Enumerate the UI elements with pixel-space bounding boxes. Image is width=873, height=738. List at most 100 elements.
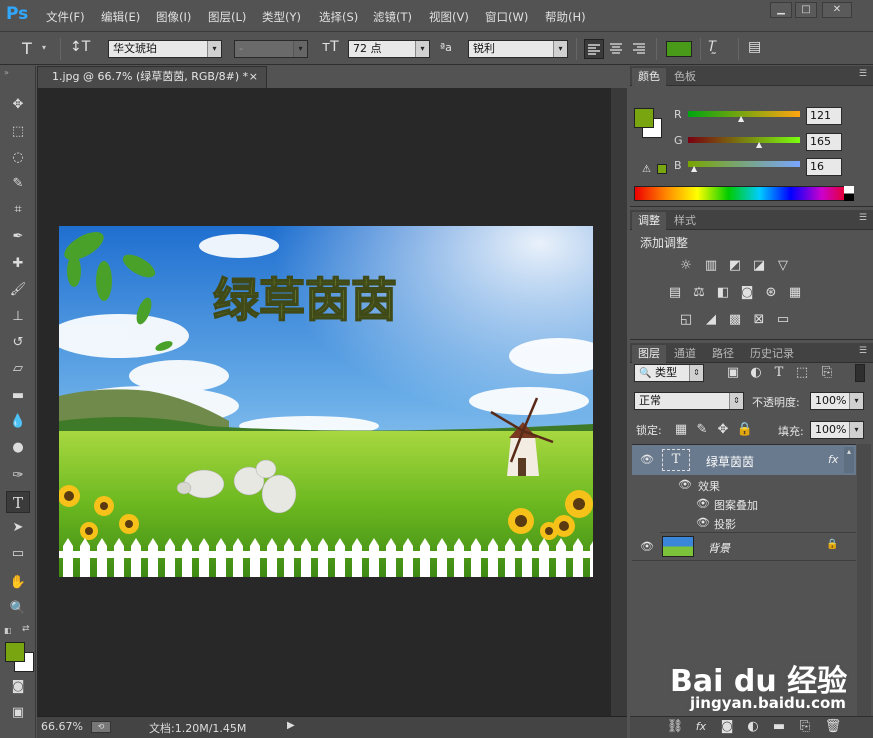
canvas-area[interactable]: 绿草茵茵 [37,88,627,716]
effect-row-drop-shadow[interactable]: 👁 投影 [660,514,856,533]
add-mask-icon[interactable]: ◙ [718,719,736,735]
marquee-tool-icon[interactable]: ⬚ [6,121,30,143]
filter-smart-object-icon[interactable]: ⎘ [818,365,836,381]
document-tab[interactable]: 1.jpg @ 66.7% (绿草茵茵, RGB/8#) * × [37,66,267,88]
brush-tool-icon[interactable]: 🖌 [6,279,30,301]
visibility-eye-icon[interactable]: 👁 [696,497,710,510]
menu-filter[interactable]: 滤镜(T) [373,9,412,25]
lock-position-icon[interactable]: ✥ [714,422,732,438]
filter-pixel-icon[interactable]: ▣ [724,365,742,381]
channel-mixer-icon[interactable]: ⊛ [762,285,780,301]
antialias-select[interactable]: 锐利 ▾ [468,40,568,58]
lock-pixels-icon[interactable]: ✎ [693,422,711,438]
vibrance-icon[interactable]: ▽ [774,258,792,274]
menu-select[interactable]: 选择(S) [319,9,358,25]
tab-channels[interactable]: 通道 [668,345,702,363]
panel-menu-icon[interactable]: ☰ [859,346,867,356]
align-right-button[interactable] [630,39,650,59]
eyedropper-tool-icon[interactable]: ✒ [6,226,30,248]
curves-icon[interactable]: ◩ [726,258,744,274]
font-style-select[interactable]: - ▾ [234,40,308,58]
lock-transparent-icon[interactable]: ▦ [672,422,690,438]
lock-all-icon[interactable]: 🔒 [736,422,754,438]
zoom-tool-icon[interactable]: 🔍 [6,598,30,620]
blur-tool-icon[interactable]: 💧 [6,411,30,433]
tab-styles[interactable]: 样式 [668,212,702,230]
tab-paths[interactable]: 路径 [706,345,740,363]
panel-menu-icon[interactable]: ☰ [859,69,867,79]
dodge-tool-icon[interactable]: ● [6,437,30,459]
channel-b-slider[interactable] [688,161,800,167]
opacity-input[interactable]: 100% ▾ [810,392,864,410]
layer-name[interactable]: 绿草茵茵 [706,453,754,470]
filter-shape-icon[interactable]: ⬚ [793,365,811,381]
close-tab-icon[interactable]: × [249,67,258,87]
black-white-ramp[interactable] [844,186,854,201]
menu-file[interactable]: 文件(F) [46,9,85,25]
lasso-tool-icon[interactable]: ◌ [6,147,30,169]
quick-select-tool-icon[interactable]: ✎ [6,173,30,195]
add-style-icon[interactable]: fx [692,719,710,735]
tab-history[interactable]: 历史记录 [744,345,800,363]
black-white-icon[interactable]: ◧ [714,285,732,301]
zoom-value[interactable]: 66.67% [41,720,83,733]
type-tool-icon[interactable]: T [6,491,30,513]
channel-g-thumb[interactable]: ▲ [756,140,762,149]
crop-tool-icon[interactable]: ⌗ [6,199,30,221]
status-menu-arrow-icon[interactable]: ▶ [287,720,295,731]
channel-g-slider[interactable] [688,137,800,143]
eraser-tool-icon[interactable]: ▱ [6,358,30,380]
layer-name[interactable]: 背景 [708,540,730,556]
align-center-button[interactable] [607,39,627,59]
quick-mask-icon[interactable]: ◙ [6,676,30,698]
gradient-tool-icon[interactable]: ▬ [6,385,30,407]
layer-row-text[interactable]: 👁 T 绿草茵茵 fx ▴ [632,445,856,475]
menu-window[interactable]: 窗口(W) [485,9,528,25]
visibility-eye-icon[interactable]: 👁 [696,516,710,529]
shape-tool-icon[interactable]: ▭ [6,543,30,565]
font-size-select[interactable]: 72 点 ▾ [348,40,430,58]
layers-scrollbar[interactable] [857,444,871,716]
path-select-tool-icon[interactable]: ➤ [6,517,30,539]
screen-mode-icon[interactable]: ▣ [6,702,30,724]
hand-tool-icon[interactable]: ✋ [6,572,30,594]
channel-r-thumb[interactable]: ▲ [738,114,744,123]
collapse-toolbox-icon[interactable]: » [4,68,9,77]
menu-view[interactable]: 视图(V) [429,9,469,25]
pen-tool-icon[interactable]: ✑ [6,465,30,487]
selective-color-icon[interactable]: ⊠ [750,312,768,328]
tab-layers[interactable]: 图层 [632,345,666,363]
menu-edit[interactable]: 编辑(E) [101,9,140,25]
maximize-button[interactable]: □ [795,2,817,18]
tab-adjustments[interactable]: 调整 [632,212,666,230]
delete-layer-icon[interactable]: 🗑 [824,719,842,735]
warp-text-icon[interactable]: 𝑇̰ [708,39,717,55]
fill-input[interactable]: 100% ▾ [810,421,864,439]
align-left-button[interactable] [584,39,604,59]
gamut-warning-icon[interactable]: ⚠ [642,164,651,175]
default-colors-icon[interactable]: ◧ [4,626,12,635]
photo-filter-icon[interactable]: ◙ [738,285,756,301]
panel-foreground-swatch[interactable] [634,108,654,128]
toggle-text-orientation-icon[interactable]: ↕T [70,39,90,55]
clone-stamp-tool-icon[interactable]: ⊥ [6,306,30,328]
effects-row[interactable]: 👁 效果 [660,476,856,495]
move-tool-icon[interactable]: ✥ [6,94,30,116]
threshold-icon[interactable]: ▩ [726,312,744,328]
new-group-icon[interactable]: ▬ [770,719,788,735]
channel-g-value[interactable]: 165 [806,133,842,151]
levels-icon[interactable]: ▥ [702,258,720,274]
filter-toggle-switch[interactable] [855,364,865,382]
layer-fx-badge[interactable]: fx [828,453,838,466]
text-color-swatch[interactable] [666,41,692,57]
color-spectrum-bar[interactable] [634,186,854,201]
layer-row-background[interactable]: 👁 背景 🔒 [632,533,856,561]
tab-color[interactable]: 颜色 [632,68,666,86]
tab-swatches[interactable]: 色板 [668,68,702,86]
channel-b-value[interactable]: 16 [806,158,842,176]
foreground-color-swatch[interactable] [5,642,25,662]
link-layers-icon[interactable]: ⛓ [666,719,684,735]
menu-image[interactable]: 图像(I) [156,9,191,25]
visibility-eye-icon[interactable]: 👁 [678,478,692,491]
document-canvas[interactable]: 绿草茵茵 [59,226,593,577]
